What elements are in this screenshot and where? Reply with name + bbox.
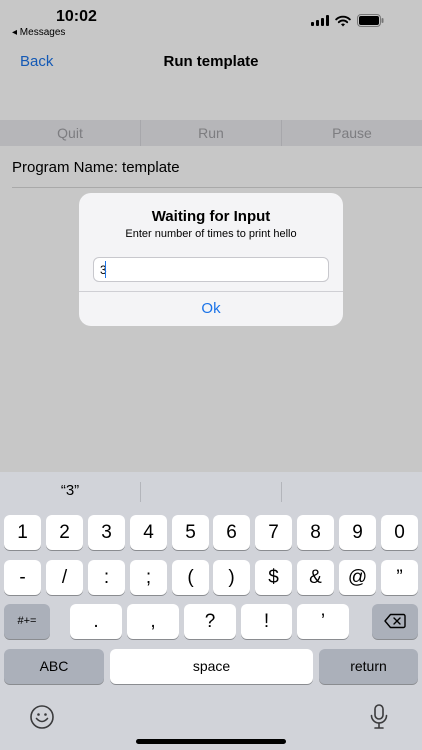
emoji-icon[interactable] — [29, 704, 55, 735]
input-alert-dialog: Waiting for Input Enter number of times … — [79, 193, 343, 326]
microphone-icon[interactable] — [369, 703, 389, 736]
key-return[interactable]: return — [319, 649, 418, 684]
text-caret — [105, 261, 106, 278]
key-abc[interactable]: ABC — [4, 649, 104, 684]
key-comma[interactable]: , — [127, 604, 179, 639]
suggestion-divider — [140, 482, 141, 502]
key-exclamation[interactable]: ! — [241, 604, 292, 639]
key-dollar[interactable]: $ — [255, 560, 292, 595]
key-2[interactable]: 2 — [46, 515, 83, 550]
alert-title: Waiting for Input — [151, 208, 271, 225]
key-at[interactable]: @ — [339, 560, 376, 595]
ok-button[interactable]: Ok — [79, 292, 343, 326]
key-7[interactable]: 7 — [255, 515, 292, 550]
key-semicolon[interactable]: ; — [130, 560, 167, 595]
key-0[interactable]: 0 — [381, 515, 418, 550]
key-close-paren[interactable]: ) — [213, 560, 250, 595]
key-space[interactable]: space — [110, 649, 313, 684]
key-4[interactable]: 4 — [130, 515, 167, 550]
key-6[interactable]: 6 — [213, 515, 250, 550]
key-hyphen[interactable]: - — [4, 560, 41, 595]
key-slash[interactable]: / — [46, 560, 83, 595]
home-indicator[interactable] — [136, 739, 286, 744]
key-open-paren[interactable]: ( — [172, 560, 209, 595]
suggestion-bar: “3” — [0, 472, 422, 512]
alert-message: Enter number of times to print hello — [125, 228, 297, 240]
key-1[interactable]: 1 — [4, 515, 41, 550]
key-colon[interactable]: : — [88, 560, 125, 595]
suggestion-item[interactable]: “3” — [0, 482, 140, 499]
key-period[interactable]: . — [70, 604, 122, 639]
key-apostrophe[interactable]: ’ — [297, 604, 349, 639]
keyboard: “3” 1 2 3 4 5 6 7 8 9 0 - / : ; ( ) $ & … — [0, 472, 422, 750]
alert-text-input[interactable] — [93, 257, 329, 282]
suggestion-divider — [281, 482, 282, 502]
key-3[interactable]: 3 — [88, 515, 125, 550]
key-quote[interactable]: ” — [381, 560, 418, 595]
key-ampersand[interactable]: & — [297, 560, 334, 595]
key-8[interactable]: 8 — [297, 515, 334, 550]
backspace-key[interactable] — [372, 604, 418, 639]
key-more-symbols[interactable]: #+= — [4, 604, 50, 639]
backspace-icon — [384, 613, 406, 629]
key-question[interactable]: ? — [184, 604, 236, 639]
key-9[interactable]: 9 — [339, 515, 376, 550]
key-5[interactable]: 5 — [172, 515, 209, 550]
